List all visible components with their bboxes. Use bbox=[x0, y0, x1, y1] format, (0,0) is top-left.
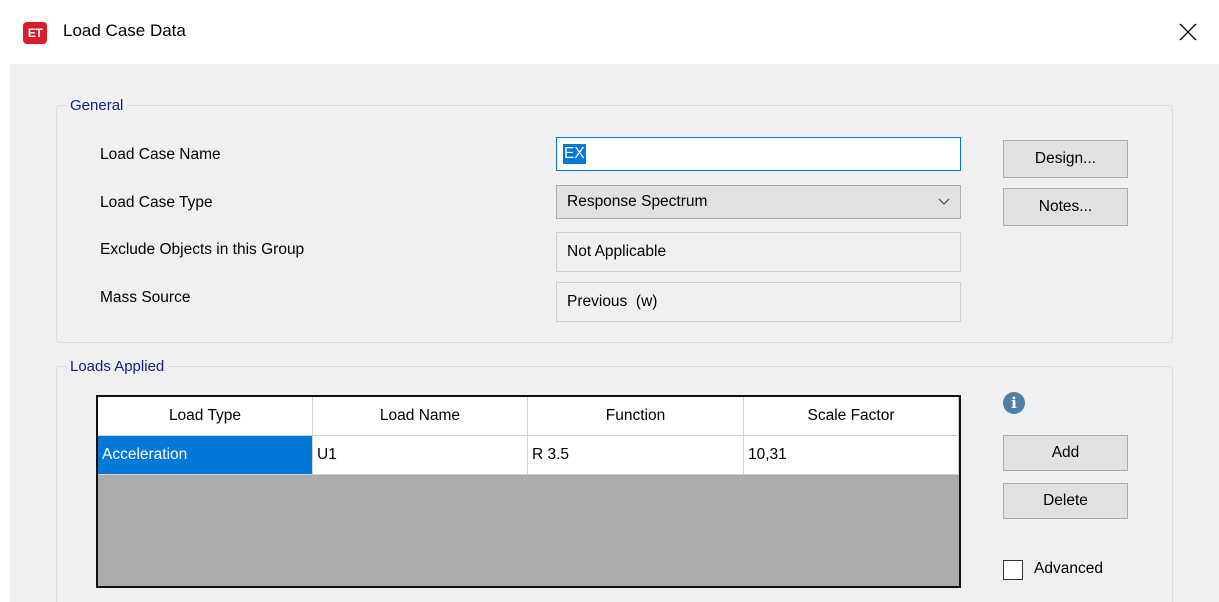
design-button[interactable]: Design... bbox=[1003, 140, 1128, 178]
load-case-type-label: Load Case Type bbox=[100, 194, 213, 211]
column-header-scale-factor[interactable]: Scale Factor bbox=[744, 397, 959, 436]
close-button[interactable] bbox=[1170, 14, 1206, 50]
mass-source-field: Previous (w) bbox=[556, 282, 961, 322]
cell-load-type[interactable]: Acceleration bbox=[98, 436, 313, 475]
add-button[interactable]: Add bbox=[1003, 435, 1128, 471]
chevron-down-icon bbox=[938, 198, 950, 205]
loads-table-header: Load Type Load Name Function Scale Facto… bbox=[98, 397, 959, 436]
load-case-data-dialog: ET Load Case Data General Load Case Name… bbox=[0, 0, 1219, 602]
cell-load-name[interactable]: U1 bbox=[313, 436, 528, 475]
general-legend: General bbox=[70, 97, 124, 114]
title-bar: ET Load Case Data bbox=[0, 0, 1219, 64]
dialog-body: General Load Case Name EX Load Case Type… bbox=[10, 64, 1219, 602]
advanced-label[interactable]: Advanced bbox=[1034, 560, 1103, 578]
cell-scale-factor[interactable]: 10,31 bbox=[744, 436, 959, 475]
mass-source-label: Mass Source bbox=[100, 289, 191, 306]
etabs-app-icon: ET bbox=[23, 22, 47, 44]
cell-function[interactable]: R 3.5 bbox=[528, 436, 744, 475]
exclude-objects-value: Not Applicable bbox=[567, 243, 667, 260]
advanced-checkbox[interactable] bbox=[1003, 560, 1023, 580]
exclude-objects-label: Exclude Objects in this Group bbox=[100, 241, 305, 258]
column-header-load-name[interactable]: Load Name bbox=[313, 397, 528, 436]
load-case-type-dropdown[interactable]: Response Spectrum bbox=[556, 185, 961, 219]
load-case-type-value: Response Spectrum bbox=[567, 193, 708, 210]
exclude-objects-field: Not Applicable bbox=[556, 232, 961, 272]
column-header-function[interactable]: Function bbox=[528, 397, 744, 436]
mass-source-value: Previous (w) bbox=[567, 293, 658, 310]
info-icon[interactable]: i bbox=[1003, 392, 1025, 414]
delete-button[interactable]: Delete bbox=[1003, 483, 1128, 519]
loads-table[interactable]: Load Type Load Name Function Scale Facto… bbox=[96, 395, 961, 588]
column-header-load-type[interactable]: Load Type bbox=[98, 397, 313, 436]
window-title: Load Case Data bbox=[63, 21, 186, 40]
load-case-name-label: Load Case Name bbox=[100, 146, 221, 163]
load-case-name-input[interactable]: EX bbox=[556, 137, 961, 171]
notes-button[interactable]: Notes... bbox=[1003, 188, 1128, 226]
loads-applied-legend: Loads Applied bbox=[70, 358, 165, 375]
close-icon bbox=[1179, 23, 1197, 41]
load-case-name-value: EX bbox=[563, 144, 586, 164]
table-row[interactable]: Acceleration U1 R 3.5 10,31 bbox=[98, 436, 959, 475]
